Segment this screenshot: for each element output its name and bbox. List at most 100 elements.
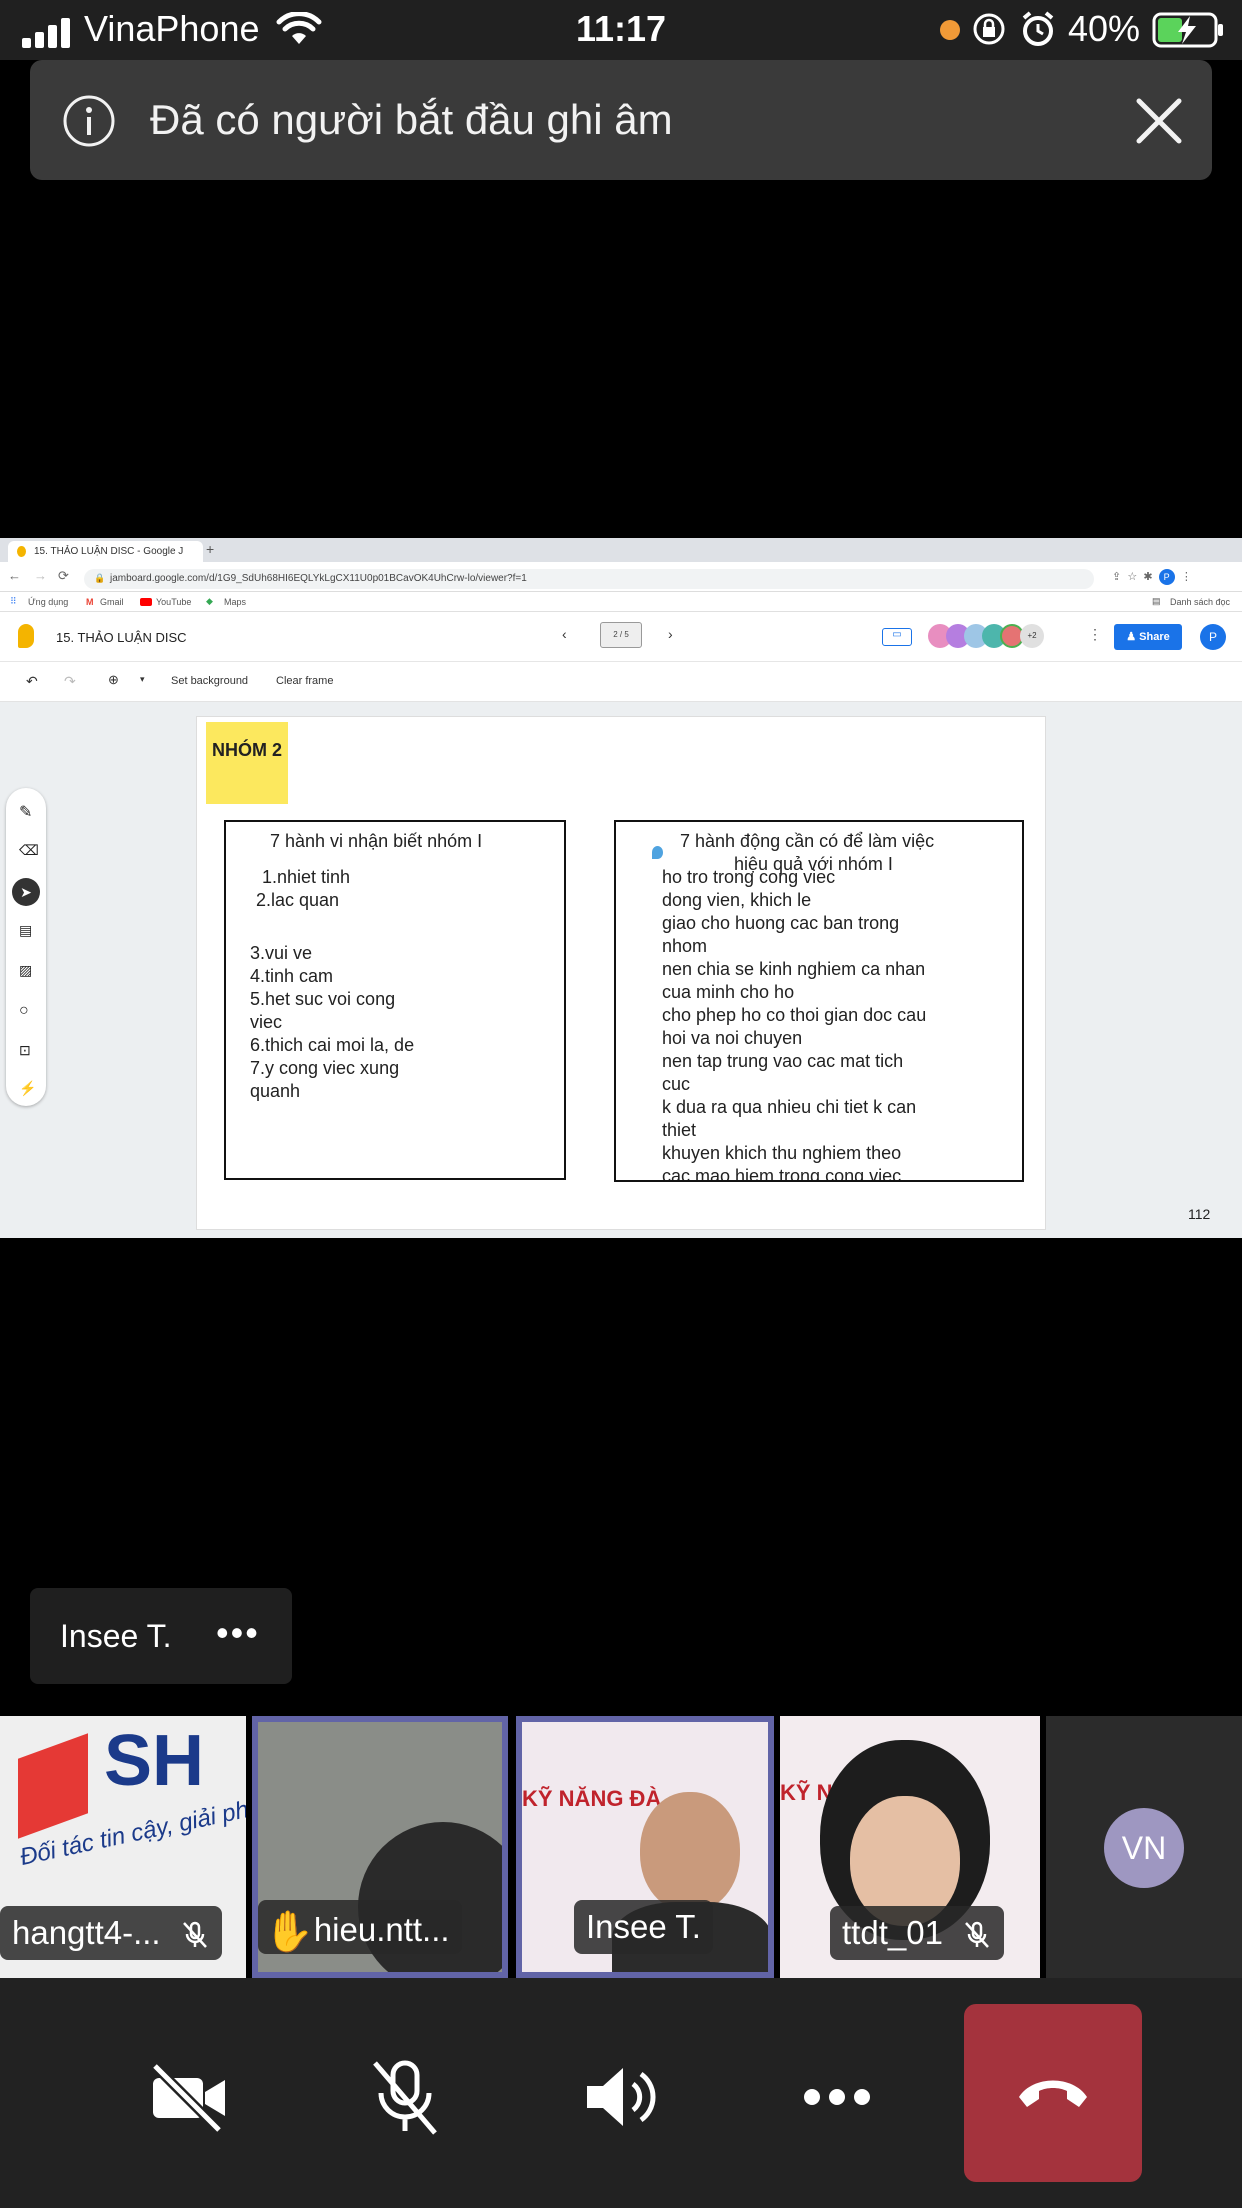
text-line: nen tap trung vao cac mat tich xyxy=(662,1051,904,1071)
participant-tile[interactable]: SH Đối tác tin cậy, giải ph hangtt4-... xyxy=(0,1716,246,1978)
participant-name: hieu.ntt... xyxy=(313,1911,450,1948)
text-line: nen chia se kinh nghiem ca nhan xyxy=(662,959,926,979)
zoom-dropdown-icon[interactable]: ▾ xyxy=(140,674,145,685)
jamboard-favicon-icon xyxy=(17,546,26,557)
forward-icon[interactable]: → xyxy=(34,568,47,583)
shape-icon[interactable]: ○ xyxy=(19,1002,29,1020)
left-box-lines: 1.nhiet tinh 2.lac quan 3.vui ve 4.tinh cam… xyxy=(250,866,414,1103)
apps-grid-icon[interactable]: ⠿ xyxy=(10,596,17,607)
lock-icon: 🔒 xyxy=(94,573,106,583)
text-line: thiet xyxy=(662,1120,697,1140)
recording-dot-icon xyxy=(940,20,960,40)
raised-hand-icon: ✋ xyxy=(264,1910,314,1954)
cursor-marker-icon xyxy=(652,846,663,859)
more-options-icon[interactable]: ⋮ xyxy=(1088,626,1102,643)
bookmark-maps[interactable]: Maps xyxy=(224,597,246,607)
call-controls xyxy=(0,1978,1242,2208)
bookmark-gmail[interactable]: Gmail xyxy=(100,597,124,607)
text-line: quanh xyxy=(250,1081,301,1101)
prev-frame-icon[interactable]: ‹ xyxy=(562,626,567,642)
next-frame-icon[interactable]: › xyxy=(668,626,673,642)
text-line: dong vien, khich le xyxy=(662,890,812,910)
battery-percent: 40% xyxy=(1068,8,1141,49)
participant-tile[interactable]: ✋hieu.ntt... xyxy=(252,1716,508,1978)
profile-avatar[interactable]: P xyxy=(1158,569,1175,585)
participant-tile[interactable]: VN xyxy=(1046,1716,1242,1978)
more-icon[interactable]: ••• xyxy=(216,1612,260,1654)
mic-off-icon xyxy=(965,1922,990,1949)
collaborator-avatars[interactable]: +2 xyxy=(928,624,1058,648)
zoom-icon[interactable]: ⊕ xyxy=(108,672,119,688)
frame-counter: 2 / 5 xyxy=(613,630,629,639)
reload-icon[interactable]: ⟳ xyxy=(58,568,69,584)
logo-letters: SH xyxy=(104,1721,205,1801)
jam-toolbar: ↶ ↷ ⊕ ▾ Set background Clear frame xyxy=(0,662,1242,702)
sticky-note-icon[interactable]: ▤ xyxy=(19,922,32,939)
camera-toggle-button[interactable] xyxy=(134,2042,244,2152)
mic-toggle-button[interactable] xyxy=(350,2042,460,2152)
text-line: cua minh cho ho xyxy=(662,982,795,1002)
more-options-button[interactable] xyxy=(782,2042,892,2152)
text-line: 7.y cong viec xung xyxy=(250,1058,400,1078)
sticky-note[interactable]: NHÓM 2 xyxy=(206,722,288,804)
new-tab-icon[interactable]: + xyxy=(206,541,214,557)
participant-name: ttdt_01 xyxy=(842,1914,943,1951)
text-line: cho phep ho co thoi gian doc cau xyxy=(662,1005,927,1025)
speaker-button[interactable] xyxy=(566,2042,676,2152)
text-box-left[interactable]: 7 hành vi nhận biết nhóm I 1.nhiet tinh 2… xyxy=(224,820,566,1180)
more-icon xyxy=(804,2089,870,2105)
avatar: VN xyxy=(1104,1808,1184,1888)
set-background-button[interactable]: Set background xyxy=(171,675,248,687)
star-icon[interactable]: ☆ xyxy=(1127,571,1137,583)
more-collaborators: +2 xyxy=(1020,624,1044,648)
participant-tile[interactable]: KỸ N ttdt_01 xyxy=(780,1716,1040,1978)
toast-message: Đã có người bắt đầu ghi âm xyxy=(150,96,673,143)
reading-list[interactable]: Danh sách đọc xyxy=(1170,597,1230,607)
pen-icon[interactable]: ✎ xyxy=(19,802,32,822)
share-page-icon[interactable]: ⇪ xyxy=(1112,571,1121,583)
back-icon[interactable]: ← xyxy=(8,568,21,583)
select-icon[interactable]: ➤ xyxy=(12,878,40,906)
left-box-title: 7 hành vi nhận biết nhóm I xyxy=(270,831,483,851)
close-icon[interactable] xyxy=(1134,96,1184,146)
shared-screen: 15. THẢO LUẬN DISC - Google J + ← → ⟳ 🔒 … xyxy=(0,538,1242,1238)
text-box-right[interactable]: 7 hành động cần có để làm việc hiệu quả … xyxy=(614,820,1024,1182)
present-icon[interactable]: ▭ xyxy=(882,628,912,646)
browser-tab[interactable]: 15. THẢO LUẬN DISC - Google J xyxy=(8,541,203,562)
youtube-icon xyxy=(140,598,152,606)
laser-icon[interactable]: ⚡ xyxy=(19,1080,36,1097)
frame-bar-button[interactable]: 2 / 5 xyxy=(600,622,642,648)
alarm-icon xyxy=(1022,11,1054,46)
clear-frame-button[interactable]: Clear frame xyxy=(276,675,333,687)
share-label: Share xyxy=(1139,631,1170,643)
battery-charging-icon xyxy=(1152,12,1223,48)
text-line: cac mao hiem trong cong viec xyxy=(662,1166,902,1182)
hang-up-button[interactable] xyxy=(964,2004,1142,2182)
eraser-icon[interactable]: ⌫ xyxy=(19,842,39,859)
browser-actions: ⇪ ☆ ✱ P ⋮ xyxy=(1112,569,1192,585)
hang-up-icon xyxy=(1019,2080,1087,2107)
recording-toast: Đã có người bắt đầu ghi âm xyxy=(30,60,1212,180)
bookmarks-bar: ⠿ Ứng dụng M Gmail YouTube ◆ Maps ▤ Danh… xyxy=(0,592,1242,612)
text-line: giao cho huong cac ban trong xyxy=(662,913,900,933)
bookmark-apps[interactable]: Ứng dụng xyxy=(28,597,68,607)
bookmark-youtube[interactable]: YouTube xyxy=(156,597,191,607)
extensions-icon[interactable]: ✱ xyxy=(1143,571,1152,583)
menu-dots-icon[interactable]: ⋮ xyxy=(1181,571,1192,583)
url-field[interactable]: 🔒 jamboard.google.com/d/1G9_SdUh68HI6EQL… xyxy=(84,569,1094,589)
redo-icon[interactable]: ↷ xyxy=(64,673,76,690)
jam-title[interactable]: 15. THẢO LUẬN DISC xyxy=(56,630,187,645)
text-line: 1.nhiet tinh xyxy=(262,867,351,887)
text-line: nhom xyxy=(662,936,708,956)
undo-icon[interactable]: ↶ xyxy=(26,673,38,690)
account-avatar[interactable]: P xyxy=(1200,624,1226,650)
presenter-label[interactable]: Insee T. ••• xyxy=(30,1588,292,1684)
participant-name-tag: ✋hieu.ntt... xyxy=(258,1900,462,1954)
text-box-icon[interactable]: ⊡ xyxy=(19,1042,31,1059)
maps-icon: ◆ xyxy=(206,596,213,606)
participant-tile[interactable]: KỸ NĂNG ĐÀ Insee T. xyxy=(516,1716,774,1978)
video-off-icon xyxy=(151,2062,225,2132)
image-icon[interactable]: ▨ xyxy=(19,962,32,979)
status-bar: VinaPhone 11:17 40% xyxy=(0,0,1242,60)
share-button[interactable]: ♟ Share xyxy=(1114,624,1182,650)
